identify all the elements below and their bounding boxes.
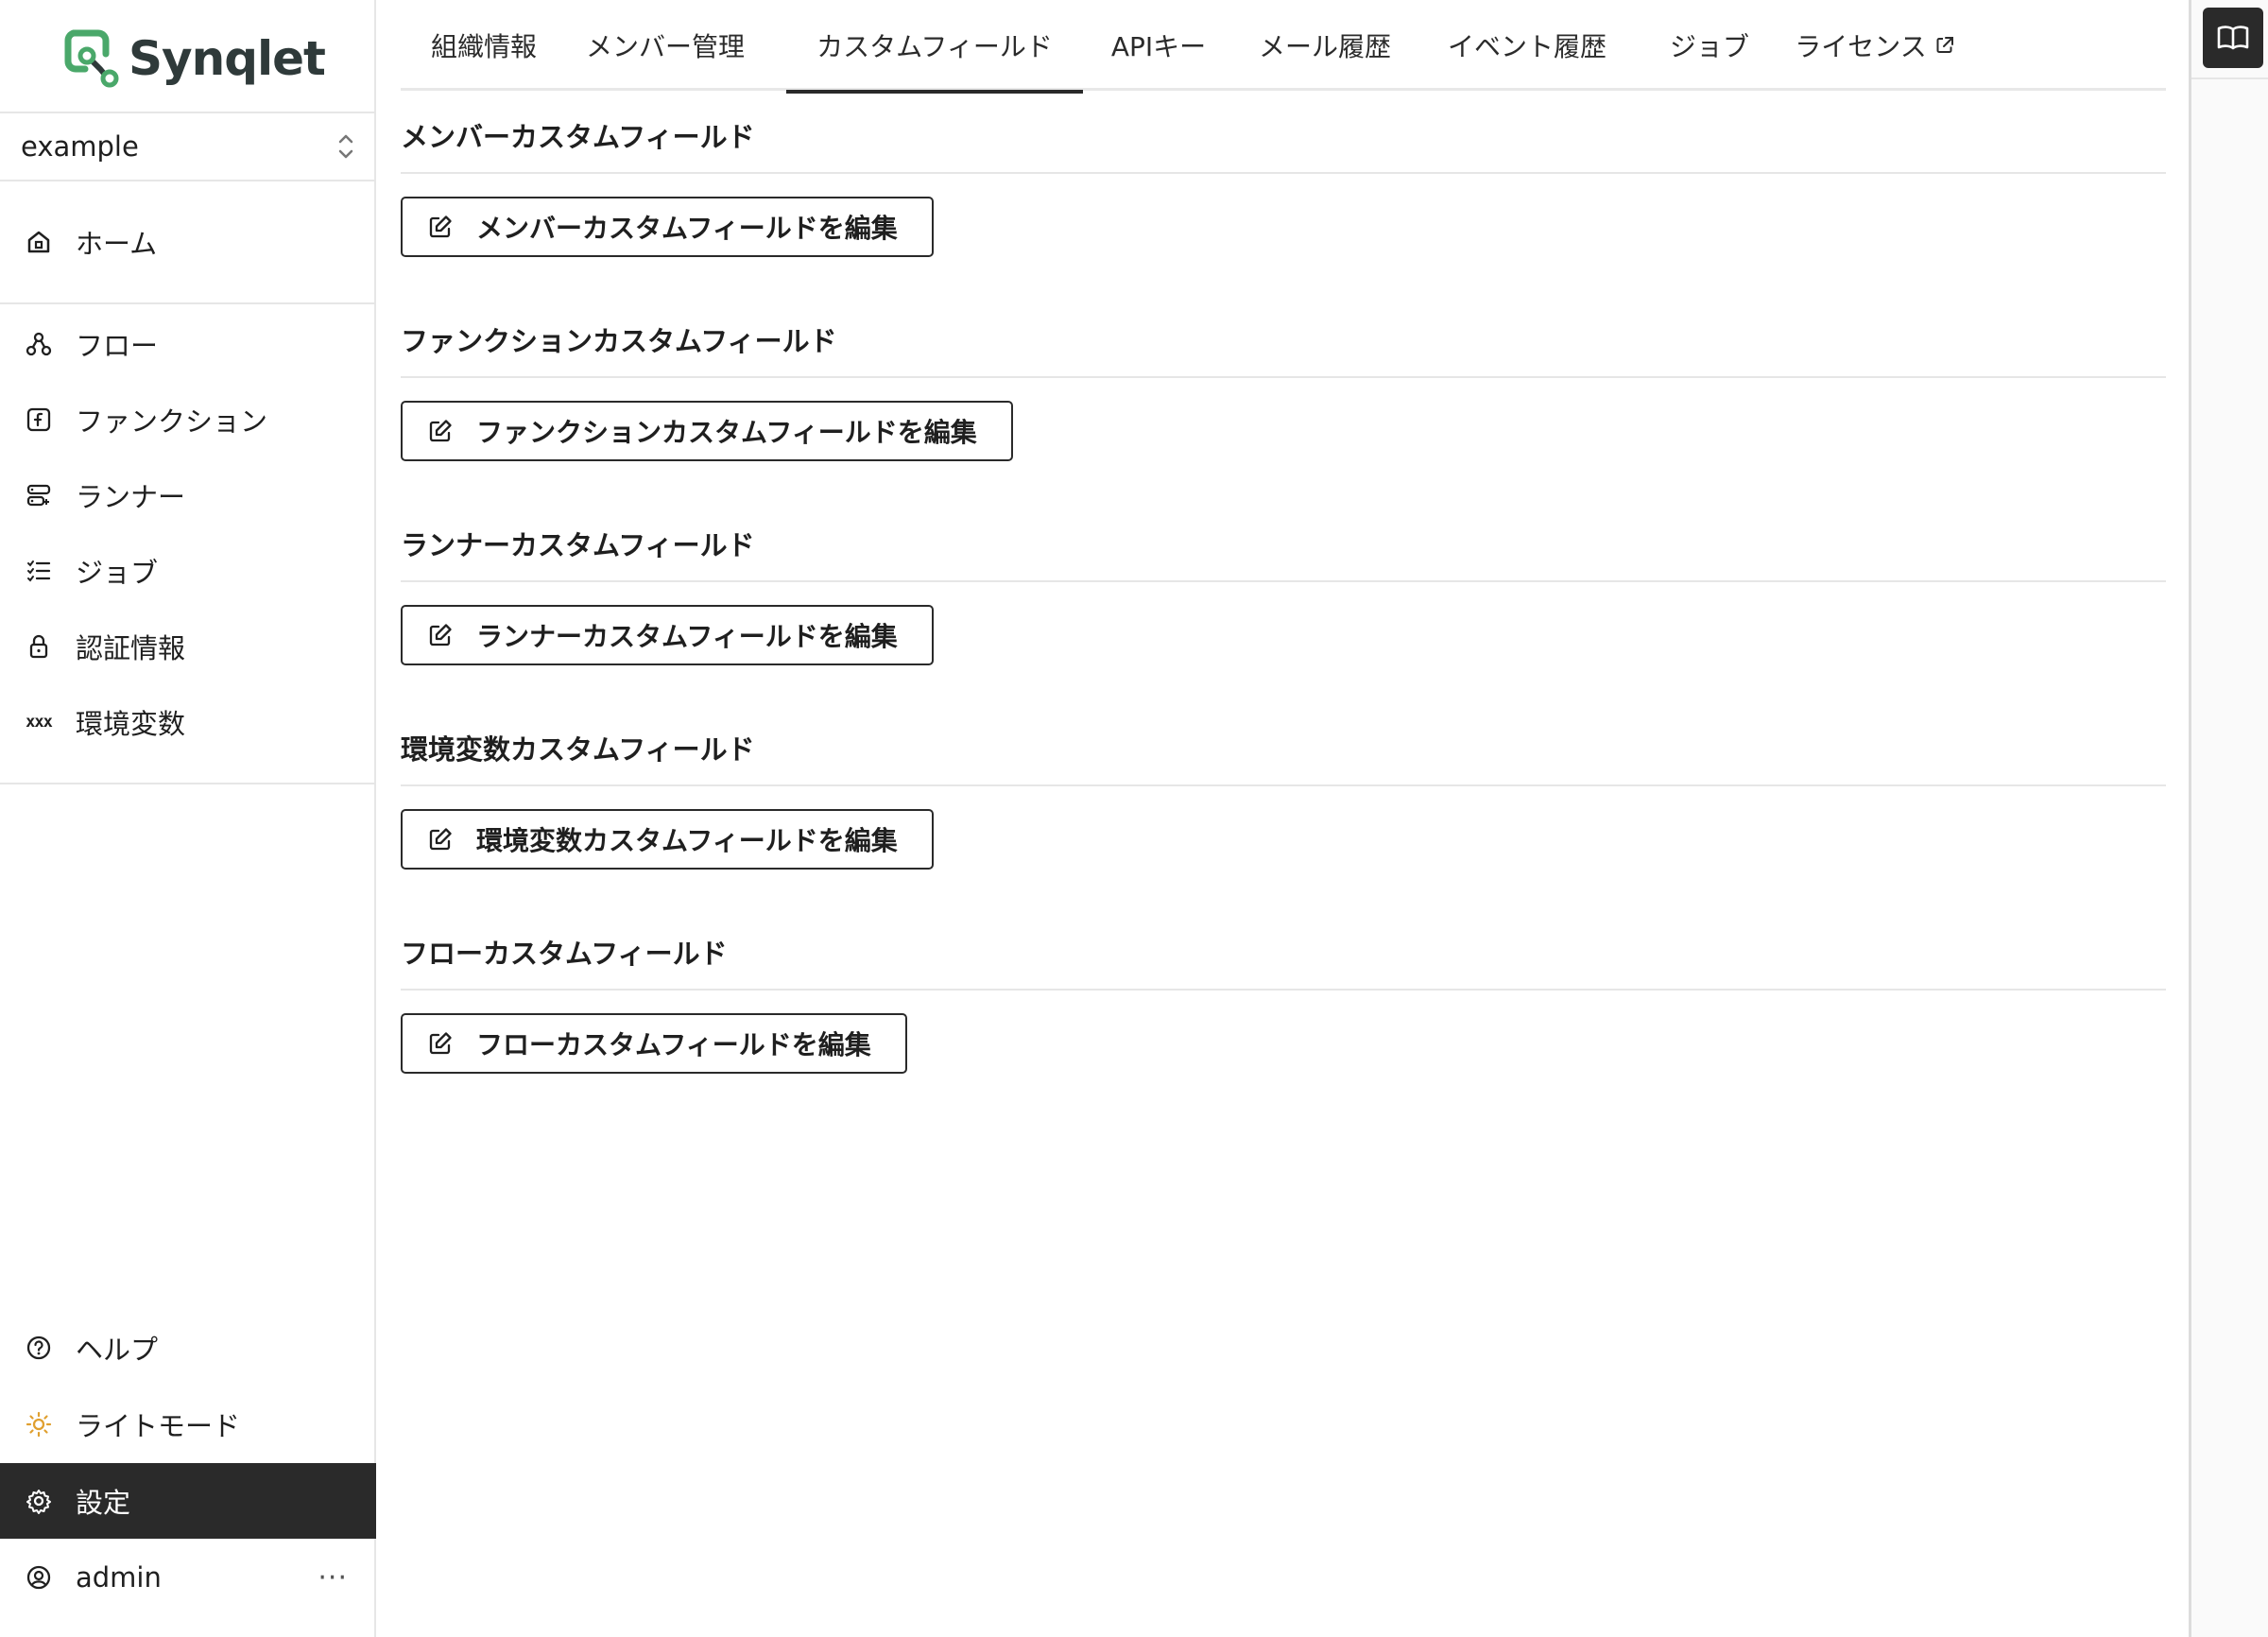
tab-license[interactable]: ライセンス [1780,0,1969,91]
sidebar-item-label: フロー [76,330,159,362]
tab-label: メール履歴 [1258,31,1391,62]
tab-api-keys[interactable]: APIキー [1083,0,1234,91]
flow-icon [25,330,53,358]
edit-flow-fields-button[interactable]: フローカスタムフィールドを編集 [401,1013,907,1074]
section-title-runner: ランナーカスタムフィールド [401,529,755,561]
sidebar-item-variables[interactable]: xxx 環境変数 [0,684,376,760]
tab-jobs[interactable]: ジョブ [1639,0,1780,91]
sidebar-item-jobs[interactable]: ジョブ [0,533,376,609]
variables-icon: xxx [25,708,53,736]
book-icon [2216,24,2250,52]
jobs-icon [25,557,53,585]
variables-glyph: xxx [26,713,53,732]
external-link-icon [1934,35,1955,56]
runner-icon [25,481,53,509]
more-menu-icon[interactable]: ··· [318,1561,348,1594]
tab-label: APIキー [1110,31,1207,62]
section-divider [401,376,2166,378]
tab-mail-history[interactable]: メール履歴 [1234,0,1416,91]
sidebar-item-home[interactable]: ホーム [0,204,376,280]
edit-runner-fields-button[interactable]: ランナーカスタムフィールドを編集 [401,605,934,665]
sidebar-item-flows[interactable]: フロー [0,306,376,382]
sidebar-divider [0,783,376,784]
section-divider [401,172,2166,174]
section-divider [401,989,2166,991]
button-label: ランナーカスタムフィールドを編集 [476,621,898,652]
sidebar-divider [0,302,376,304]
settings-tabs: 組織情報 メンバー管理 カスタムフィールド APIキー メール履歴 イベント履歴… [401,0,2166,94]
sidebar-item-label: ホーム [76,228,158,260]
right-rail [2189,0,2268,1637]
button-label: ファンクションカスタムフィールドを編集 [476,417,977,448]
section-title-variables: 環境変数カスタムフィールド [401,733,755,766]
org-select-value: example [21,130,139,163]
tab-members[interactable]: メンバー管理 [567,0,764,91]
sidebar: Synqlet example ホーム フロー ファンクション ランナー ジョブ… [0,0,376,1637]
sidebar-item-label: 設定 [76,1487,131,1519]
section-title-flow: フローカスタムフィールド [401,938,728,970]
edit-member-fields-button[interactable]: メンバーカスタムフィールドを編集 [401,197,934,257]
lock-icon [25,632,53,661]
sidebar-item-label: ジョブ [76,557,159,589]
sidebar-item-runners[interactable]: ランナー [0,457,376,533]
edit-function-fields-button[interactable]: ファンクションカスタムフィールドを編集 [401,401,1013,461]
sidebar-item-help[interactable]: ヘルプ [0,1310,376,1386]
sidebar-item-theme[interactable]: ライトモード [0,1387,376,1462]
org-select[interactable]: example [0,112,376,181]
sidebar-item-label: ランナー [76,481,186,513]
tab-event-history[interactable]: イベント履歴 [1416,0,1639,91]
tab-label: ライセンス [1795,31,1927,62]
sidebar-item-label: ファンクション [76,405,268,438]
docs-button[interactable] [2203,8,2263,68]
edit-variable-fields-button[interactable]: 環境変数カスタムフィールドを編集 [401,809,934,870]
tab-custom-fields[interactable]: カスタムフィールド [786,0,1083,94]
user-icon [25,1563,53,1592]
sidebar-item-label: 認証情報 [76,632,186,664]
tab-label: 組織情報 [430,31,537,62]
edit-icon [427,826,454,853]
gear-icon [25,1487,53,1515]
tab-label: イベント履歴 [1447,31,1606,62]
button-label: フローカスタムフィールドを編集 [476,1029,871,1060]
app-logo[interactable]: Synqlet [64,25,326,93]
sidebar-item-functions[interactable]: ファンクション [0,382,376,457]
function-icon [25,405,53,434]
sun-icon [25,1410,53,1439]
sidebar-item-user[interactable]: admin ··· [0,1540,376,1615]
sidebar-item-credentials[interactable]: 認証情報 [0,609,376,684]
sidebar-item-label: ライトモード [76,1410,241,1442]
rail-divider [2191,78,2268,79]
help-icon [25,1334,53,1362]
logo-text: Synqlet [129,31,326,86]
logo-icon [64,26,119,92]
edit-icon [427,214,454,240]
edit-icon [427,418,454,444]
chevron-up-down-icon [336,130,355,166]
section-title-function: ファンクションカスタムフィールド [401,325,837,357]
sidebar-item-label: 環境変数 [76,708,186,740]
sidebar-item-label: ヘルプ [76,1334,159,1366]
tab-org-info[interactable]: 組織情報 [401,0,567,91]
tab-label: ジョブ [1669,31,1749,62]
tab-label: カスタムフィールド [816,31,1053,62]
edit-icon [427,1030,454,1057]
button-label: メンバーカスタムフィールドを編集 [476,213,898,244]
section-divider [401,580,2166,582]
edit-icon [427,622,454,648]
section-divider [401,784,2166,786]
sidebar-item-label: admin [76,1561,162,1594]
home-icon [25,228,53,256]
sidebar-item-settings[interactable]: 設定 [0,1463,376,1539]
button-label: 環境変数カスタムフィールドを編集 [476,825,898,856]
section-title-member: メンバーカスタムフィールド [401,121,755,153]
tab-label: メンバー管理 [585,31,745,62]
